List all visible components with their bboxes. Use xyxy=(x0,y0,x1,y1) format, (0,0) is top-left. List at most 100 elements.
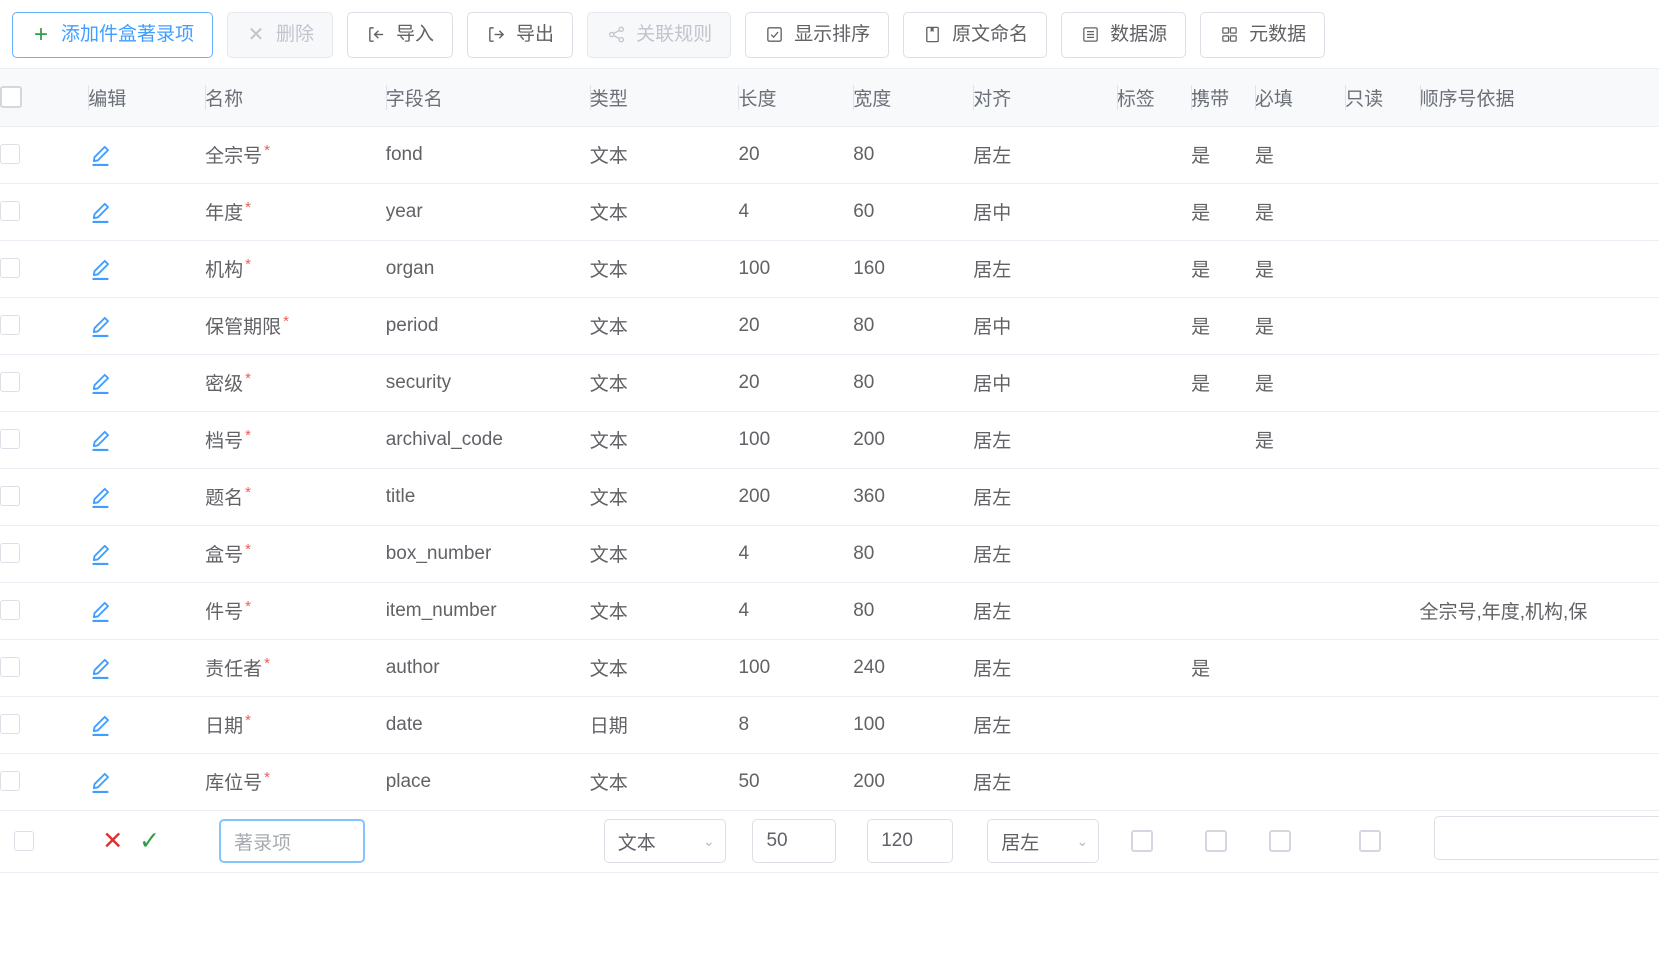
readonly-checkbox[interactable] xyxy=(1359,829,1382,852)
relation-rules-button[interactable]: 关联规则 xyxy=(587,11,732,58)
table-row[interactable]: 库位号 * place 文本 50 200 居左 xyxy=(0,753,1659,810)
edit-pencil-icon[interactable] xyxy=(88,543,114,565)
edit-pencil-icon[interactable] xyxy=(88,429,114,451)
display-sort-button[interactable]: 显示排序 xyxy=(745,11,890,58)
row-checkbox[interactable] xyxy=(0,372,20,393)
row-select-cell xyxy=(0,126,88,183)
cell-type: 文本 xyxy=(589,260,628,281)
cell-field: period xyxy=(385,314,439,336)
required-asterisk: * xyxy=(264,768,270,786)
type-select[interactable]: 文本 ⌄ xyxy=(603,819,726,863)
import-button[interactable]: 导入 xyxy=(347,11,454,58)
cell-seq xyxy=(1420,639,1659,696)
cell-name: 机构 * xyxy=(205,240,386,297)
original-naming-button[interactable]: 原文命名 xyxy=(903,11,1048,58)
cell-tag xyxy=(1117,183,1191,240)
row-checkbox[interactable] xyxy=(0,315,20,336)
cell-length: 100 xyxy=(738,257,771,279)
cell-field: box_number xyxy=(385,542,492,564)
cell-name: 件号 * xyxy=(205,582,386,639)
edit-pencil-icon[interactable] xyxy=(88,372,114,394)
edit-pencil-icon[interactable] xyxy=(88,201,114,223)
table-row[interactable]: 日期 * date 日期 8 100 居左 xyxy=(0,696,1659,753)
edit-pencil-icon[interactable] xyxy=(88,315,114,337)
row-checkbox[interactable] xyxy=(0,144,20,165)
editing-seq-cell xyxy=(1420,810,1659,872)
editing-length-cell: 50 xyxy=(738,810,853,872)
field-name-text: 盒号 xyxy=(205,545,244,566)
carry-checkbox[interactable] xyxy=(1205,829,1228,852)
editing-carry-cell xyxy=(1191,810,1255,872)
datasource-button[interactable]: 数据源 xyxy=(1061,11,1187,58)
confirm-edit-icon[interactable]: ✓ xyxy=(139,828,160,854)
cell-length: 50 xyxy=(738,770,760,792)
tag-checkbox[interactable] xyxy=(1130,829,1153,852)
edit-pencil-icon[interactable] xyxy=(88,486,114,508)
row-checkbox[interactable] xyxy=(14,830,34,851)
table-row[interactable]: 保管期限 * period 文本 20 80 居中是是 xyxy=(0,297,1659,354)
row-checkbox[interactable] xyxy=(0,714,20,735)
edit-pencil-icon[interactable] xyxy=(88,714,114,736)
field-name-text: 责任者 xyxy=(205,659,263,680)
field-name-text: 密级 xyxy=(205,374,244,395)
edit-pencil-icon[interactable] xyxy=(88,258,114,280)
header-name: 名称 xyxy=(205,69,386,127)
export-button[interactable]: 导出 xyxy=(467,11,574,58)
table-row[interactable]: 密级 * security 文本 20 80 居中是是 xyxy=(0,354,1659,411)
table-row[interactable]: 件号 * item_number 文本 4 80 居左 全宗号,年度,机构,保 xyxy=(0,582,1659,639)
delete-label: 删除 xyxy=(276,24,315,45)
row-select-cell xyxy=(0,639,88,696)
row-checkbox[interactable] xyxy=(0,600,20,621)
name-input[interactable]: 著录项 xyxy=(219,819,366,863)
row-edit-cell xyxy=(88,297,205,354)
cell-type: 文本 xyxy=(589,773,628,794)
row-checkbox[interactable] xyxy=(0,258,20,279)
cell-required: 是 xyxy=(1254,431,1274,452)
row-edit-cell xyxy=(88,354,205,411)
cell-length: 20 xyxy=(738,371,760,393)
edit-pencil-icon[interactable] xyxy=(88,657,114,679)
cell-type: 文本 xyxy=(589,374,628,395)
row-checkbox[interactable] xyxy=(0,771,20,792)
cancel-edit-icon[interactable]: ✕ xyxy=(102,828,123,854)
add-item-button[interactable]: + 添加件盒著录项 xyxy=(12,11,214,58)
cell-width: 100 xyxy=(853,713,885,735)
cell-required xyxy=(1255,639,1345,696)
field-name-text: 档号 xyxy=(205,431,244,452)
seq-input[interactable] xyxy=(1433,816,1659,860)
length-input[interactable]: 50 xyxy=(752,819,837,863)
width-input[interactable]: 120 xyxy=(867,819,954,863)
field-name-text: 题名 xyxy=(205,488,244,509)
cell-required: 是 xyxy=(1254,374,1274,395)
metadata-button[interactable]: 元数据 xyxy=(1200,11,1326,58)
row-checkbox[interactable] xyxy=(0,486,20,507)
select-all-checkbox[interactable] xyxy=(0,86,22,109)
align-select-value: 居左 xyxy=(1001,832,1040,854)
align-select[interactable]: 居左 ⌄ xyxy=(987,819,1100,863)
row-checkbox[interactable] xyxy=(0,543,20,564)
cell-seq: 全宗号,年度,机构,保 xyxy=(1419,602,1588,623)
row-checkbox[interactable] xyxy=(0,201,20,222)
import-icon xyxy=(366,25,386,45)
row-checkbox[interactable] xyxy=(0,429,20,450)
required-checkbox[interactable] xyxy=(1268,829,1291,852)
edit-pencil-icon[interactable] xyxy=(88,144,114,166)
add-item-label: 添加件盒著录项 xyxy=(61,24,195,45)
table-row[interactable]: 全宗号 * fond 文本 20 80 居左是是 xyxy=(0,126,1659,183)
table-row[interactable]: 档号 * archival_code 文本 100 200 居左是 xyxy=(0,411,1659,468)
table-row[interactable]: 题名 * title 文本 200 360 居左 xyxy=(0,468,1659,525)
delete-button[interactable]: ✕ 删除 xyxy=(227,11,334,58)
cell-align: 居左 xyxy=(973,716,1012,737)
edit-pencil-icon[interactable] xyxy=(88,600,114,622)
editing-row[interactable]: ✕ ✓ 著录项 文本 ⌄ 50 120 居左 ⌄ xyxy=(0,810,1659,872)
row-checkbox[interactable] xyxy=(0,657,20,678)
cell-width: 200 xyxy=(853,770,885,792)
cell-readonly xyxy=(1345,297,1419,354)
table-row[interactable]: 年度 * year 文本 4 60 居中是是 xyxy=(0,183,1659,240)
table-row[interactable]: 机构 * organ 文本 100 160 居左是是 xyxy=(0,240,1659,297)
table-row[interactable]: 盒号 * box_number 文本 4 80 居左 xyxy=(0,525,1659,582)
table-row[interactable]: 责任者 * author 文本 100 240 居左是 xyxy=(0,639,1659,696)
edit-pencil-icon[interactable] xyxy=(88,771,114,793)
cell-carry: 是 xyxy=(1191,203,1211,224)
required-asterisk: * xyxy=(264,141,270,159)
